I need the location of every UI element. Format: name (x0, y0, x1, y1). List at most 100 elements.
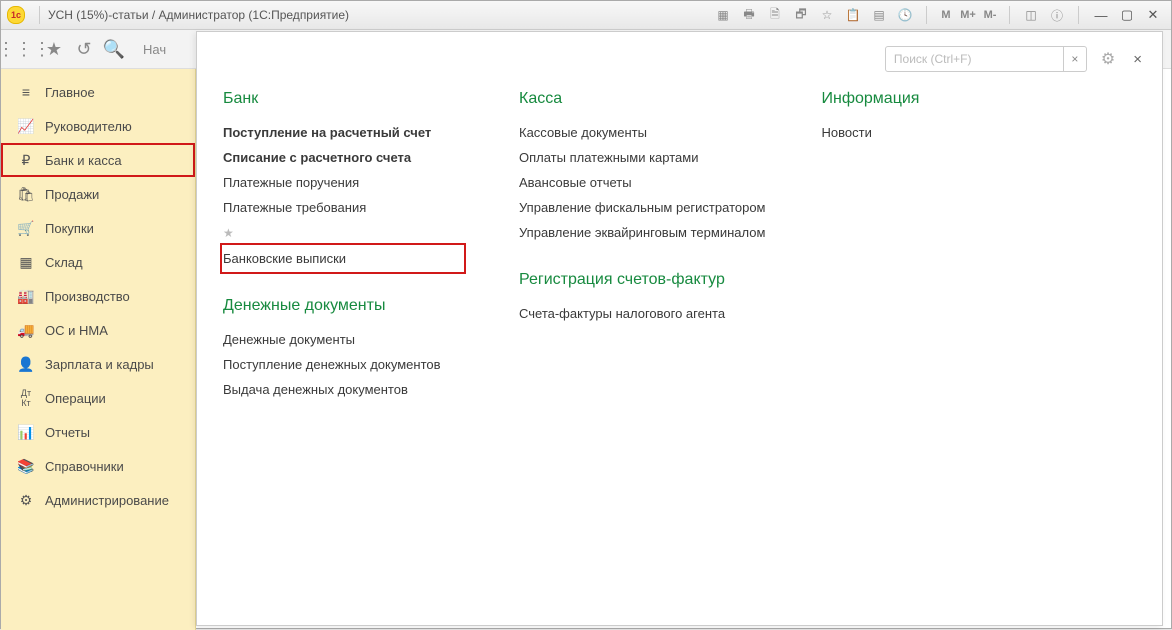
grid-icon: ▦ (15, 254, 37, 271)
mem-m[interactable]: M (935, 5, 957, 25)
sidebar-item-label: Продажи (45, 187, 99, 202)
sidebar-item-manager[interactable]: 📈 Руководителю (1, 109, 195, 143)
chart-icon: 📈 (15, 118, 37, 135)
person-icon: 👤 (15, 356, 37, 373)
section-title-info[interactable]: Информация (822, 90, 1062, 108)
calc-icon[interactable]: 🗗 (790, 4, 812, 26)
panel-close-icon[interactable]: × (1133, 51, 1142, 68)
settings-icon[interactable]: ⚙ (1101, 49, 1115, 69)
column-bank: Банк Поступление на расчетный счет Списа… (223, 90, 463, 402)
app-logo-icon: 1c (7, 6, 25, 24)
maximize-button[interactable]: ▢ (1115, 6, 1139, 24)
clipboard-icon[interactable]: 📋 (842, 4, 864, 26)
app-window: 1c УСН (15%)-статьи / Администратор (1С:… (0, 0, 1172, 629)
sidebar-item-production[interactable]: 🏭 Производство (1, 279, 195, 313)
section-title-bank[interactable]: Банк (223, 90, 463, 108)
sidebar-item-label: Операции (45, 391, 106, 406)
link-writeoff[interactable]: Списание с расчетного счета (223, 145, 463, 170)
star-icon[interactable]: ☆ (816, 4, 838, 26)
sidebar-item-label: Администрирование (45, 493, 169, 508)
books-icon: 📚 (15, 458, 37, 475)
sidebar-item-warehouse[interactable]: ▦ Склад (1, 245, 195, 279)
sidebar-item-label: Покупки (45, 221, 94, 236)
sidebar-item-label: Отчеты (45, 425, 90, 440)
search-input[interactable] (886, 52, 1063, 66)
link-money-docs-in[interactable]: Поступление денежных документов (223, 352, 463, 377)
close-button[interactable]: ✕ (1141, 6, 1165, 24)
link-money-docs[interactable]: Денежные документы (223, 327, 463, 352)
mem-mminus[interactable]: M- (979, 5, 1001, 25)
dtkt-icon: Дт Кт (15, 388, 37, 408)
sidebar-item-sales[interactable]: 🛍 Продажи (1, 177, 195, 211)
sidebar-item-assets[interactable]: 🚚 ОС и НМА (1, 313, 195, 347)
mem-mplus[interactable]: M+ (957, 5, 979, 25)
sidebar-item-reports[interactable]: 📊 Отчеты (1, 415, 195, 449)
sidebar-item-label: Руководителю (45, 119, 132, 134)
link-acquiring[interactable]: Управление эквайринговым терминалом (519, 220, 766, 245)
clear-search-icon[interactable]: × (1063, 47, 1086, 71)
favorites-icon[interactable]: ★ (39, 34, 69, 64)
sidebar-item-purchases[interactable]: 🛒 Покупки (1, 211, 195, 245)
columns: Банк Поступление на расчетный счет Списа… (223, 90, 1142, 402)
sidebar-item-label: Главное (45, 85, 95, 100)
history-icon[interactable]: 🕓 (894, 4, 916, 26)
link-fiscal[interactable]: Управление фискальным регистратором (519, 195, 766, 220)
factory-icon: 🏭 (15, 288, 37, 305)
sidebar-item-admin[interactable]: ⚙ Администрирование (1, 483, 195, 517)
tab-hint: Нач (143, 42, 166, 57)
print-icon[interactable]: 🖶 (738, 4, 760, 26)
link-income[interactable]: Поступление на расчетный счет (223, 120, 463, 145)
link-bank-statements[interactable]: Банковские выписки (223, 246, 463, 271)
panes-icon[interactable]: ◫ (1020, 4, 1042, 26)
doc-icon[interactable]: 🗎 (764, 4, 786, 26)
divider (926, 6, 927, 24)
link-advance-reports[interactable]: Авансовые отчеты (519, 170, 766, 195)
link-bank-statements-row: ★ Банковские выписки (223, 220, 463, 271)
sidebar-item-label: Производство (45, 289, 130, 304)
link-cash-docs[interactable]: Кассовые документы (519, 120, 766, 145)
section-title-cash[interactable]: Касса (519, 90, 766, 108)
section-title-invoices[interactable]: Регистрация счетов-фактур (519, 271, 766, 289)
apps-icon[interactable]: ⋮⋮⋮ (9, 34, 39, 64)
gear-icon: ⚙ (15, 492, 37, 509)
section-title-money-docs[interactable]: Денежные документы (223, 297, 463, 315)
sidebar-item-label: Зарплата и кадры (45, 357, 154, 372)
link-payment-requests[interactable]: Платежные требования (223, 195, 463, 220)
sidebar-item-bank[interactable]: ₽ Банк и касса (1, 143, 195, 177)
history-icon[interactable]: ↺ (69, 34, 99, 64)
link-card-payments[interactable]: Оплаты платежными картами (519, 145, 766, 170)
toolbar-icon[interactable]: ▦ (712, 4, 734, 26)
list-icon[interactable]: ▤ (868, 4, 890, 26)
functions-panel: × ⚙ × Банк Поступление на расчетный счет… (196, 31, 1163, 626)
column-info: Информация Новости (822, 90, 1062, 402)
favorite-star-icon[interactable]: ★ (223, 226, 234, 240)
column-cash: Касса Кассовые документы Оплаты платежны… (519, 90, 766, 402)
divider (1009, 6, 1010, 24)
cart-icon: 🛒 (15, 220, 37, 237)
reports-icon: 📊 (15, 424, 37, 441)
link-money-docs-out[interactable]: Выдача денежных документов (223, 377, 463, 402)
link-news[interactable]: Новости (822, 120, 1062, 145)
minimize-button[interactable]: — (1089, 6, 1113, 24)
titlebar: 1c УСН (15%)-статьи / Администратор (1С:… (1, 1, 1171, 30)
truck-icon: 🚚 (15, 322, 37, 339)
sidebar: ≡ Главное 📈 Руководителю ₽ Банк и касса … (1, 69, 196, 630)
sidebar-item-operations[interactable]: Дт Кт Операции (1, 381, 195, 415)
divider (39, 6, 40, 24)
menu-icon: ≡ (15, 84, 37, 100)
search-field[interactable]: × (885, 46, 1087, 72)
body: ≡ Главное 📈 Руководителю ₽ Банк и касса … (1, 69, 1171, 630)
search-icon[interactable]: 🔍 (99, 34, 129, 64)
sidebar-item-main[interactable]: ≡ Главное (1, 75, 195, 109)
sidebar-item-label: ОС и НМА (45, 323, 108, 338)
sidebar-item-hr[interactable]: 👤 Зарплата и кадры (1, 347, 195, 381)
window-title: УСН (15%)-статьи / Администратор (1С:Пре… (48, 8, 349, 22)
bag-icon: 🛍 (15, 186, 37, 203)
sidebar-item-label: Банк и касса (45, 153, 122, 168)
panel-top: × ⚙ × (223, 46, 1142, 72)
sidebar-item-label: Справочники (45, 459, 124, 474)
info-icon[interactable]: ⓘ (1046, 4, 1068, 26)
sidebar-item-catalogs[interactable]: 📚 Справочники (1, 449, 195, 483)
link-payment-orders[interactable]: Платежные поручения (223, 170, 463, 195)
link-tax-agent-invoices[interactable]: Счета-фактуры налогового агента (519, 301, 766, 326)
